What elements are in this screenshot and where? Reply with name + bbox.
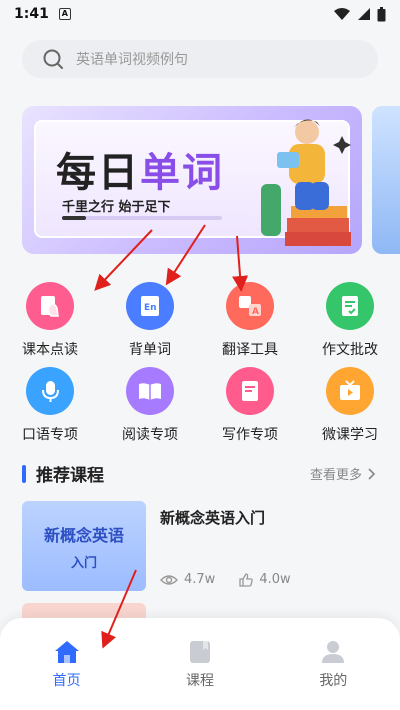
feature-label: 阅读专项 — [122, 427, 178, 443]
battery-icon — [377, 6, 386, 21]
feature-grid-row-2: 口语专项 阅读专项 写作专项 微课学习 — [0, 367, 400, 444]
course-book-icon — [189, 641, 210, 663]
feature-memorize-words[interactable]: En 背单词 — [100, 282, 200, 359]
recommended-courses-header: 推荐课程 — [22, 461, 104, 486]
search-icon — [43, 49, 63, 69]
feature-label: 作文批改 — [322, 342, 378, 358]
student-reading-illustration — [261, 119, 351, 246]
chevron-right-icon — [368, 467, 376, 480]
next-banner-peek[interactable] — [372, 106, 400, 254]
microphone-icon — [26, 367, 74, 415]
tab-home[interactable]: 首页 — [0, 618, 133, 710]
banner-indicator — [62, 216, 222, 220]
feature-essay-correction[interactable]: 作文批改 — [300, 282, 400, 359]
feature-label: 微课学习 — [322, 427, 378, 443]
search-placeholder: 英语单词视频例句 — [76, 52, 188, 68]
status-time: 1:41 — [14, 6, 49, 22]
feature-writing[interactable]: 写作专项 — [200, 367, 300, 444]
open-book-icon — [126, 367, 174, 415]
course-info: 新概念英语入门 4.7w 4.0w — [146, 501, 378, 591]
document-icon — [226, 367, 274, 415]
daily-word-banner[interactable]: 每日单词 千里之行 始于足下 — [22, 106, 362, 254]
like-count: 4.0w — [259, 572, 291, 587]
feature-label: 写作专项 — [222, 427, 278, 443]
tab-label: 首页 — [52, 673, 81, 689]
book-hand-icon — [26, 282, 74, 330]
course-meta: 4.7w 4.0w — [160, 572, 291, 587]
bottom-tab-bar: 首页 课程 我的 — [0, 618, 400, 710]
course-card[interactable]: 新概念英语 入门 新概念英语入门 4.7w 4.0w — [22, 501, 378, 591]
see-more-link[interactable]: 查看更多 — [310, 464, 376, 483]
document-check-icon — [326, 282, 374, 330]
tab-profile[interactable]: 我的 — [267, 618, 400, 710]
sim-icon: A — [58, 8, 71, 20]
feature-translation-tool[interactable]: A 翻译工具 — [200, 282, 300, 359]
feature-label: 口语专项 — [22, 427, 78, 443]
tab-label: 我的 — [319, 673, 348, 689]
feature-grid-row-1: 课本点读 En 背单词 A 翻译工具 作文批改 — [0, 282, 400, 359]
tv-icon — [326, 367, 374, 415]
banner-title-highlight: 单词 — [140, 150, 224, 196]
course-thumbnail: 新概念英语 入门 — [22, 501, 146, 591]
banner-title: 每日单词 — [56, 140, 224, 198]
feature-textbook-reading[interactable]: 课本点读 — [0, 282, 100, 359]
course-name: 新概念英语入门 — [160, 509, 266, 527]
user-icon — [322, 641, 345, 663]
status-bar: 1:41 A — [0, 0, 400, 28]
home-icon — [54, 641, 79, 663]
view-count: 4.7w — [184, 572, 216, 587]
en-book-icon: En — [126, 282, 174, 330]
thumbs-up-icon — [239, 572, 254, 587]
search-bar[interactable]: 英语单词视频例句 — [22, 40, 378, 78]
feature-label: 背单词 — [129, 342, 171, 358]
tab-label: 课程 — [185, 673, 214, 689]
feature-label: 翻译工具 — [222, 342, 278, 358]
feature-micro-course[interactable]: 微课学习 — [300, 367, 400, 444]
signal-icon — [358, 8, 370, 20]
eye-icon — [160, 574, 178, 585]
see-more-label: 查看更多 — [309, 468, 362, 483]
section-marker — [22, 464, 26, 483]
svg-text:A: A — [252, 307, 259, 317]
feature-label: 课本点读 — [22, 342, 78, 358]
thumbnail-subtitle: 入门 — [70, 555, 97, 571]
banner-subtitle: 千里之行 始于足下 — [62, 200, 171, 215]
svg-text:En: En — [144, 303, 157, 313]
translate-icon: A — [226, 282, 274, 330]
feature-speaking[interactable]: 口语专项 — [0, 367, 100, 444]
thumbnail-title: 新概念英语 — [43, 525, 124, 545]
tab-courses[interactable]: 课程 — [133, 618, 266, 710]
wifi-icon — [334, 8, 350, 20]
feature-reading[interactable]: 阅读专项 — [100, 367, 200, 444]
banner-title-plain: 每日 — [56, 150, 140, 196]
section-title: 推荐课程 — [36, 466, 104, 486]
